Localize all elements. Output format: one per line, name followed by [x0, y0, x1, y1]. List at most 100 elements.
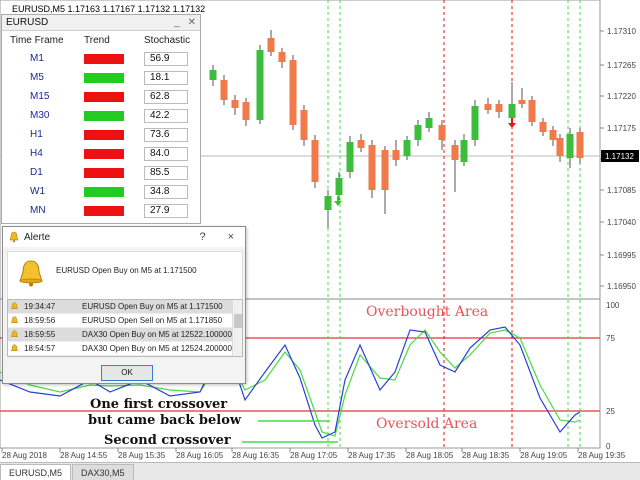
bell-icon: [11, 316, 18, 323]
price-label: 1.17085: [607, 186, 636, 195]
stochastic-value: 34.8: [144, 184, 188, 199]
bell-icon: [11, 330, 18, 337]
first-crossover-label-2: but came back below: [88, 413, 242, 428]
help-button[interactable]: ?: [199, 231, 205, 243]
price-label: 1.16995: [607, 251, 636, 260]
time-label: 28 Aug 15:35: [118, 451, 166, 460]
stoch-axis-label: 75: [606, 334, 615, 343]
trend-indicator: [84, 110, 124, 121]
trend-indicator: [84, 129, 124, 140]
scrollbar-thumb[interactable]: [234, 314, 242, 328]
stochastic-value: 56.9: [144, 51, 188, 66]
trend-row-d1: D1 85.5: [2, 163, 200, 182]
bell-icon: [19, 260, 43, 287]
alert-history-item[interactable]: 18:59:56 EURUSD Open Sell on M5 at 1.1718…: [8, 314, 242, 328]
trend-indicator: [84, 167, 124, 178]
stoch-axis-label: 25: [606, 407, 615, 416]
candle-body: [576, 132, 584, 158]
timeframe-label: MN: [30, 205, 46, 216]
buy-arrow-icon: [334, 196, 342, 206]
bell-icon: [11, 344, 18, 351]
candle-body: [256, 50, 264, 120]
candle-body: [460, 140, 468, 162]
trend-panel-header[interactable]: EURUSD _ ✕: [2, 15, 200, 31]
candle-body: [346, 142, 354, 172]
tab-eurusd-m5[interactable]: EURUSD,M5: [0, 464, 72, 480]
trend-row-m30: M30 42.2: [2, 106, 200, 125]
bell-icon: [11, 302, 18, 309]
trend-row-mn: MN 27.9: [2, 201, 200, 220]
time-label: 28 Aug 17:05: [290, 451, 338, 460]
alert-time: 18:59:56: [24, 316, 56, 325]
alert-dialog[interactable]: Alerte ? × EURUSD Open Buy on M5 at 1.17…: [2, 226, 246, 384]
price-label: 1.17220: [607, 92, 636, 101]
candle-body: [539, 122, 547, 132]
candle-body: [368, 145, 376, 190]
alert-history-item[interactable]: 19:34:47 EURUSD Open Buy on M5 at 1.17150…: [8, 300, 242, 314]
alert-time: 19:34:47: [24, 302, 56, 311]
col-stochastic: Stochastic: [144, 34, 191, 46]
minimize-icon[interactable]: _: [174, 17, 180, 28]
candle-body: [425, 118, 433, 128]
close-icon[interactable]: ✕: [188, 17, 196, 28]
oversold-area-label: Oversold Area: [376, 416, 477, 432]
candle-body: [451, 145, 459, 160]
trend-panel[interactable]: EURUSD _ ✕ Time Frame Trend Stochastic M…: [1, 14, 201, 224]
candle-body: [289, 60, 297, 125]
sell-arrow-icon: [508, 118, 516, 128]
candle-body: [267, 38, 275, 52]
first-crossover-label: One first crossover: [90, 397, 227, 412]
chart-tabs: EURUSD,M5 DAX30,M5: [0, 462, 640, 480]
candle-body: [528, 100, 536, 122]
stoch-axis-label: 100: [606, 301, 620, 310]
stochastic-value: 62.8: [144, 89, 188, 104]
trend-row-m1: M1 56.9: [2, 49, 200, 68]
timeframe-label: H1: [30, 129, 43, 140]
alert-history-list[interactable]: 19:34:47 EURUSD Open Buy on M5 at 1.17150…: [7, 299, 243, 357]
candle-body: [300, 110, 308, 140]
tab-dax30-m5[interactable]: DAX30,M5: [72, 464, 134, 480]
price-label: 1.16950: [607, 282, 636, 291]
ok-button[interactable]: OK: [101, 365, 153, 381]
timeframe-label: M5: [30, 72, 44, 83]
candle-body: [438, 125, 446, 140]
alert-titlebar[interactable]: Alerte ? ×: [3, 227, 245, 247]
candle-body: [414, 125, 422, 140]
stochastic-value: 27.9: [144, 203, 188, 218]
alert-time: 18:59:55: [24, 330, 56, 339]
scrollbar[interactable]: [232, 300, 242, 356]
alert-time: 18:54:57: [24, 344, 56, 353]
candle-body: [508, 104, 516, 118]
alert-history-item[interactable]: 18:59:55 DAX30 Open Buy on M5 at 12522.10…: [8, 328, 242, 342]
stochastic-value: 73.6: [144, 127, 188, 142]
trend-row-m5: M5 18.1: [2, 68, 200, 87]
trend-row-m15: M15 62.8: [2, 87, 200, 106]
price-label: 1.17175: [607, 124, 636, 133]
col-trend: Trend: [84, 34, 110, 46]
candle-body: [518, 100, 526, 104]
candle-body: [549, 130, 557, 140]
second-crossover-label: Second crossover: [104, 433, 231, 448]
time-label: 28 Aug 16:35: [232, 451, 280, 460]
time-label: 28 Aug 18:05: [406, 451, 454, 460]
timeframe-label: M30: [30, 110, 50, 121]
price-label: 1.17265: [607, 61, 636, 70]
candle-body: [484, 104, 492, 110]
trend-indicator: [84, 91, 124, 102]
trend-indicator: [84, 148, 124, 159]
close-button[interactable]: ×: [228, 231, 234, 243]
trend-indicator: [84, 72, 124, 83]
stochastic-value: 18.1: [144, 70, 188, 85]
time-label: 28 Aug 16:05: [176, 451, 224, 460]
stoch-axis-label: 0: [606, 442, 611, 451]
trend-row-h4: H4 84.0: [2, 144, 200, 163]
alert-title: Alerte: [24, 231, 51, 243]
trend-indicator: [84, 205, 124, 216]
candle-body: [311, 140, 319, 182]
trend-rows: M1 56.9 M5 18.1 M15 62.8 M30 42.2 H1 73.6 H4 84.0 D1…: [2, 49, 200, 220]
alert-history-item[interactable]: 18:54:57 DAX30 Open Buy on M5 at 12524.20…: [8, 342, 242, 356]
timeframe-label: H4: [30, 148, 43, 159]
time-label: 28 Aug 2018: [2, 451, 47, 460]
bell-icon: [9, 231, 19, 243]
alert-text: EURUSD Open Buy on M5 at 1.171500: [82, 302, 223, 311]
